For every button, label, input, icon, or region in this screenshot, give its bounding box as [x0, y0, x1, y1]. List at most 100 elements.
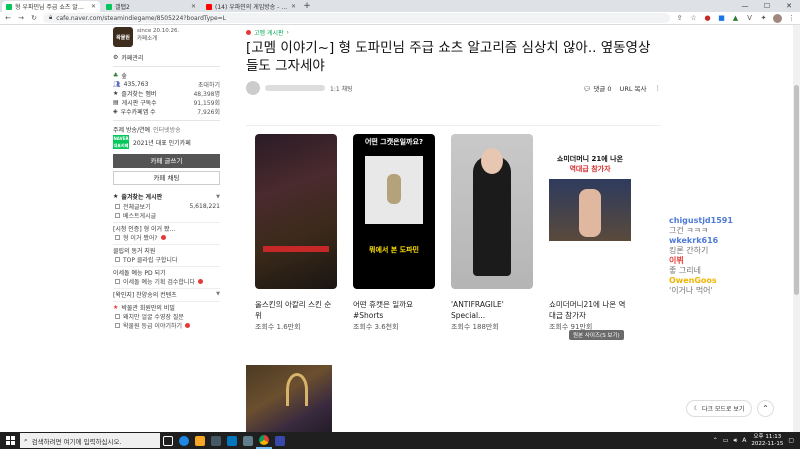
- board-label: 왁물원 등급 이야기하기: [123, 323, 183, 330]
- video-card[interactable]: 쇼미더머니 21에 나온 역대급 참가자 쇼미더머니21에 나온 역대급 참가자…: [549, 134, 631, 332]
- attached-image[interactable]: [246, 365, 332, 437]
- dark-mode-button[interactable]: ☾ 다크 모드로 보기: [686, 400, 752, 417]
- board-item[interactable]: 왜치만 얼굴 수영장 질문: [113, 312, 220, 321]
- triangle-down-icon: ▼: [216, 193, 220, 200]
- store-icon[interactable]: [208, 432, 224, 449]
- extensions-puzzle-icon[interactable]: ✦: [759, 14, 768, 22]
- browser-tab-2[interactable]: (14) 우파민의 게임방송 - YouTube ✕: [202, 1, 300, 12]
- video-card[interactable]: 어떤 그캣은일까요? 뭐에서 본 도파민 어떤 휴캣은 일까요 #Shorts …: [353, 134, 435, 332]
- share-icon[interactable]: ⇪: [675, 14, 684, 22]
- scroll-top-button[interactable]: ⌃: [757, 400, 774, 417]
- video-title[interactable]: 울스킨의 아칼리 스킨 순위: [255, 299, 337, 321]
- cafe-write-button[interactable]: 카페 글쓰기: [113, 154, 220, 168]
- cafe-manage-row[interactable]: ⚙ 카페관리: [113, 53, 220, 62]
- taskbar-clock[interactable]: 오후 11:13 2022-11-15: [751, 434, 783, 448]
- app-n-icon[interactable]: [272, 432, 288, 449]
- close-tab-icon[interactable]: ✕: [191, 3, 196, 10]
- cafe-chat-button[interactable]: 카페 채팅: [113, 171, 220, 185]
- back-icon[interactable]: ←: [4, 14, 12, 22]
- close-tab-icon[interactable]: ✕: [91, 3, 96, 10]
- video-card[interactable]: 'ANTIFRAGILE' Special... 조회수 188만회: [451, 134, 533, 332]
- file-explorer-icon[interactable]: [192, 432, 208, 449]
- chat-text: 킹론 간하기: [669, 246, 709, 255]
- minimize-icon[interactable]: —: [734, 0, 756, 12]
- new-tab-button[interactable]: +: [302, 1, 312, 12]
- comment-button[interactable]: 💬︎ 댓글 0: [583, 83, 612, 93]
- task-view-icon[interactable]: [160, 432, 176, 449]
- cafe-intro-link[interactable]: 카페소개: [137, 35, 179, 43]
- chrome-icon[interactable]: [256, 432, 272, 449]
- window-controls: — ☐ ✕: [734, 0, 800, 12]
- theme-link[interactable]: 인터넷방송: [153, 125, 181, 134]
- edge-icon[interactable]: [176, 432, 192, 449]
- video-title[interactable]: 어떤 휴캣은 일까요 #Shorts: [353, 299, 435, 321]
- board-link[interactable]: 고멤 게시판: [254, 28, 284, 37]
- maximize-icon[interactable]: ☐: [756, 0, 778, 12]
- extension-red-icon[interactable]: ●: [703, 14, 712, 22]
- taskbar-search-input[interactable]: ⌕ 검색하려면 여기에 입력하십시오.: [20, 433, 160, 448]
- bookmark-star-icon[interactable]: ☆: [689, 14, 698, 22]
- extension-v-icon[interactable]: V: [745, 14, 754, 22]
- video-thumbnail[interactable]: [451, 134, 533, 289]
- board-group-title: 이세돌 예능 PD 되기: [113, 266, 220, 277]
- network-icon[interactable]: ▭: [723, 437, 729, 444]
- volume-icon[interactable]: 🔊︎: [733, 437, 737, 445]
- forward-icon[interactable]: →: [17, 14, 25, 22]
- chat-link[interactable]: 1:1 채팅: [330, 84, 353, 93]
- clock-date: 2022-11-15: [751, 440, 784, 447]
- video-thumbnail[interactable]: 쇼미더머니 21에 나온 역대급 참가자: [549, 134, 631, 289]
- board-label: TOP 클라립 구합니다: [123, 257, 178, 264]
- board-group-collapsible[interactable]: [왁인지] 찬양송의 컨텐츠 ▼: [113, 288, 220, 299]
- scrollbar-thumb[interactable]: [794, 85, 799, 295]
- url-text: cafe.naver.com/steamindiegame/8505224?bo…: [56, 14, 227, 22]
- extension-blue-icon[interactable]: ■: [717, 14, 726, 22]
- start-button[interactable]: [0, 432, 20, 449]
- theme-label: 주제 방송/연예: [113, 127, 151, 134]
- favorites-header[interactable]: ★ 즐겨찾는 게시판 ▼: [113, 191, 220, 202]
- browser-tab-1[interactable]: 갤탭2 ✕: [102, 1, 200, 12]
- browser-menu-icon[interactable]: ⋮: [787, 14, 796, 22]
- more-options-icon[interactable]: ⋮: [655, 84, 662, 92]
- breadcrumb[interactable]: 고멤 게시판 ›: [246, 28, 289, 37]
- video-thumbnail[interactable]: 어떤 그캣은일까요? 뭐에서 본 도파민: [353, 134, 435, 289]
- video-views: 조회수 188만회: [451, 323, 499, 331]
- invite-link[interactable]: 초대하기: [198, 80, 220, 89]
- close-tab-icon[interactable]: ✕: [291, 3, 296, 10]
- stat-row: ★ 즐겨찾는 멤버 48,398명: [113, 89, 220, 98]
- board-item[interactable]: 전체글보기 5,618,221: [113, 202, 220, 211]
- chat-username: 이뷔: [669, 256, 684, 265]
- board-group-title: 클립의 동거 지원: [113, 244, 220, 255]
- url-copy-button[interactable]: URL 복사: [620, 83, 647, 93]
- star-icon: ★: [113, 193, 119, 200]
- board-item[interactable]: 베스트게시글: [113, 211, 220, 220]
- app-v-icon[interactable]: [224, 432, 240, 449]
- board-item[interactable]: 이세돌 예능 기획 검수합니다: [113, 277, 220, 286]
- board-item[interactable]: 형 이거 봤어?: [113, 233, 220, 242]
- close-window-icon[interactable]: ✕: [778, 0, 800, 12]
- reload-icon[interactable]: ↻: [30, 14, 38, 22]
- video-card[interactable]: 울스킨의 아칼리 스킨 순위 조회수 1.6만회: [255, 134, 337, 332]
- chat-text: 좋 그리네: [669, 266, 701, 275]
- cafe-logo[interactable]: 왁물원: [113, 27, 133, 47]
- chevron-up-icon[interactable]: ⌃: [713, 437, 718, 444]
- article-content: 고멤 게시판 › [고멤 이야기~] 형 도파민님 주급 쇼츠 알고리즘 심상치…: [238, 25, 668, 437]
- ime-indicator[interactable]: A: [742, 437, 746, 444]
- star-icon: ★: [113, 90, 119, 97]
- video-thumbnail[interactable]: [255, 134, 337, 289]
- url-input[interactable]: 🔒︎ cafe.naver.com/steamindiegame/8505224…: [43, 13, 670, 23]
- extension-green-icon[interactable]: ▲: [731, 14, 740, 22]
- board-icon: [115, 323, 120, 328]
- profile-avatar[interactable]: [773, 13, 782, 23]
- browser-tab-bar: 형 우파민님 주급 쇼츠 알고리즘 ✕ 갤탭2 ✕ (14) 우파민의 게임방송…: [0, 0, 800, 12]
- member-count-row[interactable]: 👥︎ 435,763 초대하기: [113, 80, 220, 89]
- stat-value: 48,398명: [193, 91, 220, 98]
- board-item[interactable]: TOP 클라립 구합니다: [113, 255, 220, 264]
- browser-tab-0[interactable]: 형 우파민님 주급 쇼츠 알고리즘 ✕: [2, 1, 100, 12]
- page-scrollbar[interactable]: [793, 25, 800, 432]
- photos-icon[interactable]: [240, 432, 256, 449]
- video-title[interactable]: 쇼미더머니21에 나온 역대급 참가자: [549, 299, 631, 321]
- notification-icon[interactable]: ▢: [788, 437, 794, 444]
- video-title[interactable]: 'ANTIFRAGILE' Special...: [451, 299, 533, 321]
- board-item[interactable]: 왁물원 등급 이야기하기: [113, 321, 220, 330]
- author-avatar[interactable]: [246, 81, 260, 95]
